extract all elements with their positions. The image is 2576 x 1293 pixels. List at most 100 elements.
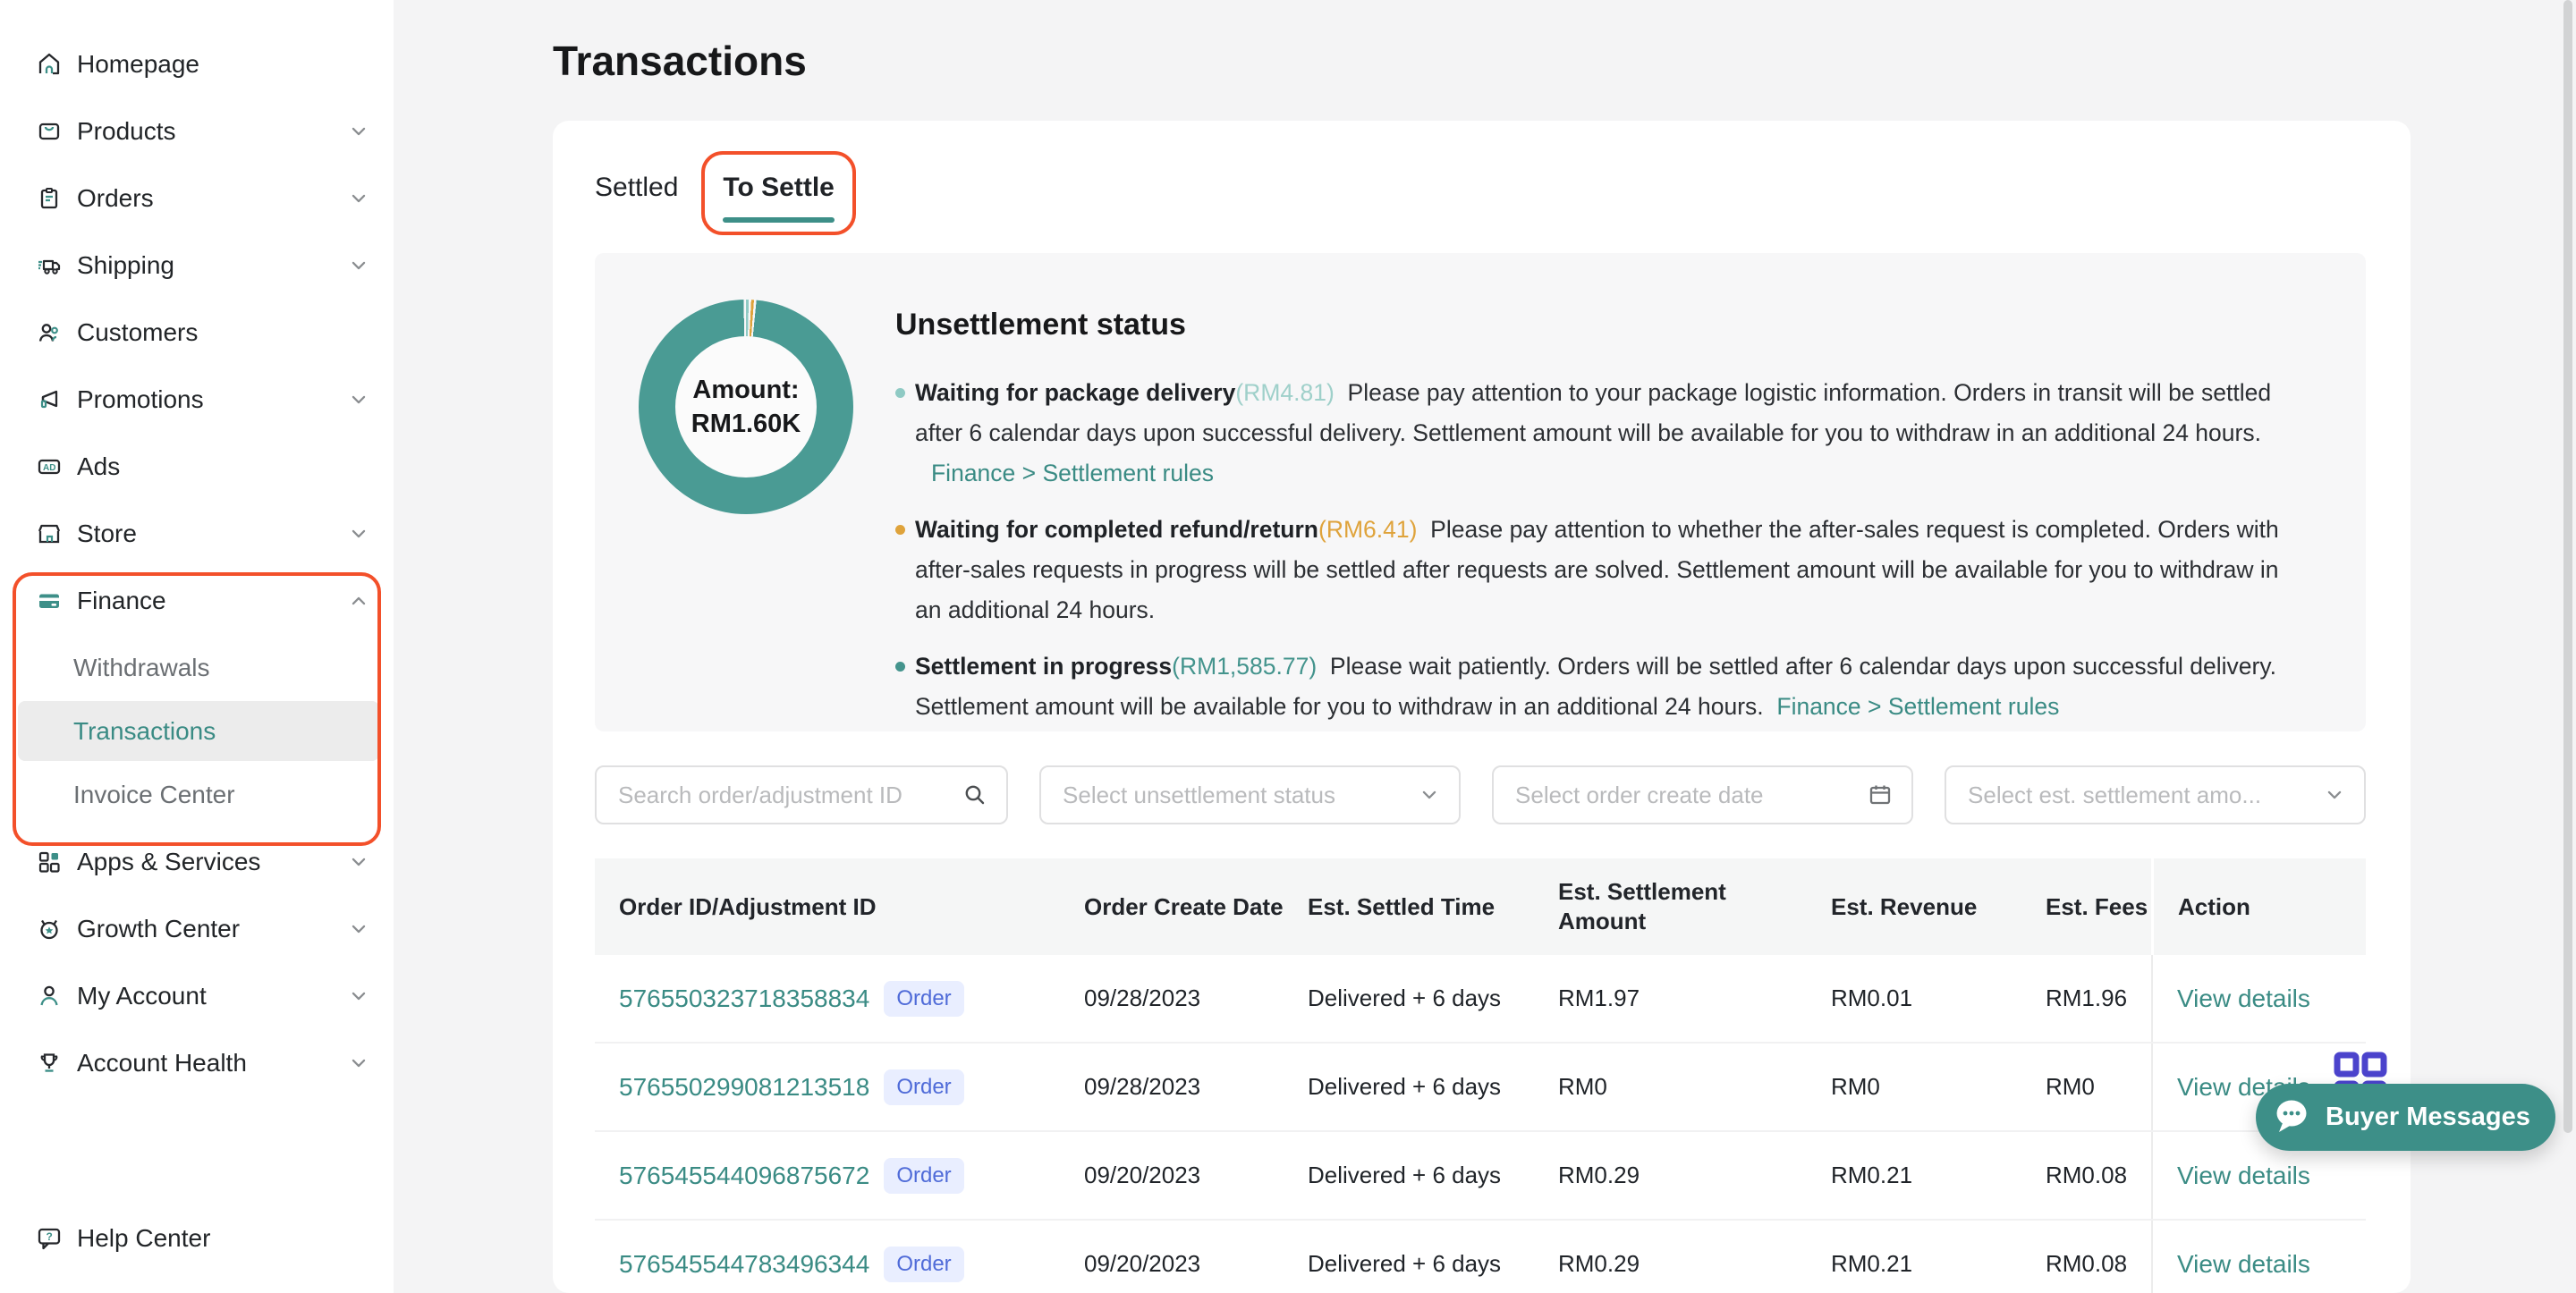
products-icon [36,118,63,145]
sidebar-item-account-health[interactable]: Account Health [0,1029,394,1096]
unsettlement-bullet: Settlement in progress(RM1,585.77) Pleas… [895,646,2296,727]
chevron-down-icon [347,850,370,874]
cell-fees: RM0.08 [2021,1162,2151,1189]
sidebar-item-shipping[interactable]: Shipping [0,232,394,299]
cell-fees: RM0.08 [2021,1250,2151,1278]
cell-settlement-amount: RM1.97 [1534,985,1807,1012]
tab-bar: Settled To Settle [595,121,2366,230]
order-type-badge: Order [884,1158,963,1194]
chevron-down-icon [347,388,370,411]
search-order-adjustment-id-filter[interactable] [595,765,1008,824]
sidebar-subitem-invoice-center[interactable]: Invoice Center [18,765,379,824]
column-header-order-create-date: Order Create Date [1060,892,1284,922]
cell-settled-time: Delivered + 6 days [1284,1073,1534,1101]
sidebar-item-label: Ads [77,452,120,481]
cell-settlement-amount: RM0.29 [1534,1162,1807,1189]
date-input[interactable] [1513,781,1858,810]
chevron-up-icon [347,589,370,613]
main-content: Transactions SettledTo Settle Amount: RM… [394,0,2576,1293]
cell-order-id: 576545544096875672 Order [595,1158,1060,1194]
select-input[interactable] [1966,781,2314,810]
donut-amount-label: Amount: [692,373,799,407]
search-icon [962,782,988,808]
select-order-create-date-filter[interactable] [1492,765,1913,824]
sidebar-subitem-transactions[interactable]: Transactions [18,701,379,761]
view-details-link[interactable]: View details [2177,1250,2310,1279]
bullet-dot-icon [895,388,905,398]
filter-bar [595,765,2366,824]
cell-revenue: RM0.21 [1807,1162,2021,1189]
bullet-label: Settlement in progress [915,653,1172,680]
svg-text:?: ? [47,1230,53,1243]
account-icon [36,983,63,1010]
cell-settlement-amount: RM0 [1534,1073,1807,1101]
sidebar-nav: Homepage Products Orders Shipping CustomersP… [0,0,394,1096]
unsettlement-panel: Amount: RM1.60K Unsettlement status Wait… [595,253,2366,731]
cell-settled-time: Delivered + 6 days [1284,1162,1534,1189]
select-unsettlement-status-filter[interactable] [1039,765,1461,824]
view-details-link[interactable]: View details [2177,985,2310,1013]
cell-create-date: 09/20/2023 [1060,1162,1284,1189]
order-id-link[interactable]: 576545544096875672 [619,1162,869,1190]
select-input[interactable] [1061,781,1409,810]
bullet-dot-icon [895,525,905,535]
sidebar-item-label: Apps & Services [77,848,260,876]
sidebar-item-growth-center[interactable]: Growth Center [0,895,394,962]
sidebar-item-label: Account Health [77,1049,247,1078]
cell-order-id: 576550323718358834Order [595,981,1060,1017]
cell-create-date: 09/28/2023 [1060,985,1284,1012]
column-header-order-id-adjustment-id: Order ID/Adjustment ID [595,892,1060,922]
order-id-link[interactable]: 576545544783496344 [619,1250,869,1279]
unsettlement-heading: Unsettlement status [895,308,2312,342]
sidebar-item-store[interactable]: Store [0,500,394,567]
sidebar-item-apps-services[interactable]: Apps & Services [0,828,394,895]
app-root: Homepage Products Orders Shipping CustomersP… [0,0,2576,1293]
sidebar-footer: ?Help Center [0,1204,394,1272]
shipping-icon [36,252,63,279]
sidebar-item-homepage[interactable]: Homepage [0,30,394,97]
table-row: 576550299081213518Order09/28/2023Deliver… [595,1044,2366,1132]
sidebar-item-label: Products [77,117,176,146]
svg-text:AD: AD [43,463,55,473]
order-id-link[interactable]: 576550323718358834 [619,985,869,1013]
settlement-rules-link[interactable]: Finance > Settlement rules [1764,693,2060,720]
select-est-settlement-amo-filter[interactable] [1945,765,2366,824]
sidebar-item-products[interactable]: Products [0,97,394,165]
bullet-amount: (RM6.41) [1318,516,1417,543]
settlement-rules-link[interactable]: Finance > Settlement rules [931,453,2296,494]
table-header: Order ID/Adjustment IDOrder Create DateE… [595,858,2366,955]
help-icon: ? [36,1225,63,1252]
sidebar-item-label: Shipping [77,251,174,280]
order-id-link[interactable]: 576550299081213518 [619,1073,869,1102]
sidebar-item-label: Growth Center [77,915,240,943]
sidebar-item-promotions[interactable]: Promotions [0,366,394,433]
donut-amount-value: RM1.60K [691,407,801,441]
cell-action: View details [2151,955,2366,1042]
sidebar-item-ads[interactable]: AD Ads [0,433,394,500]
sidebar-item-help-center[interactable]: ?Help Center [0,1204,394,1272]
sidebar-item-finance[interactable]: Finance [0,567,394,634]
donut-center: Amount: RM1.60K [675,336,817,477]
tab-settled[interactable]: Settled [595,173,678,230]
view-details-link[interactable]: View details [2177,1162,2310,1190]
sidebar-item-orders[interactable]: Orders [0,165,394,232]
sidebar-subitem-withdrawals[interactable]: Withdrawals [18,638,379,697]
sidebar-item-label: Orders [77,184,154,213]
customers-icon [36,319,63,346]
unsettlement-bullet-list: Waiting for package delivery(RM4.81) Ple… [895,373,2296,727]
sidebar-item-customers[interactable]: Customers [0,299,394,366]
buyer-messages-button[interactable]: Buyer Messages [2256,1084,2555,1151]
page-scrollbar-thumb[interactable] [2563,0,2572,1133]
promotions-icon [36,386,63,413]
transactions-table: Order ID/Adjustment IDOrder Create DateE… [595,858,2366,1293]
sidebar-item-my-account[interactable]: My Account [0,962,394,1029]
column-header-action: Action [2151,858,2366,955]
bullet-label: Waiting for package delivery [915,379,1235,406]
search-input[interactable] [616,781,953,810]
tab-to-settle[interactable]: To Settle [723,173,834,230]
chevron-down-icon [1418,783,1441,807]
cell-order-id: 576550299081213518Order [595,1069,1060,1105]
chevron-down-icon [347,985,370,1008]
cell-fees: RM1.96 [2021,985,2151,1012]
sidebar-item-label: Homepage [77,50,199,79]
